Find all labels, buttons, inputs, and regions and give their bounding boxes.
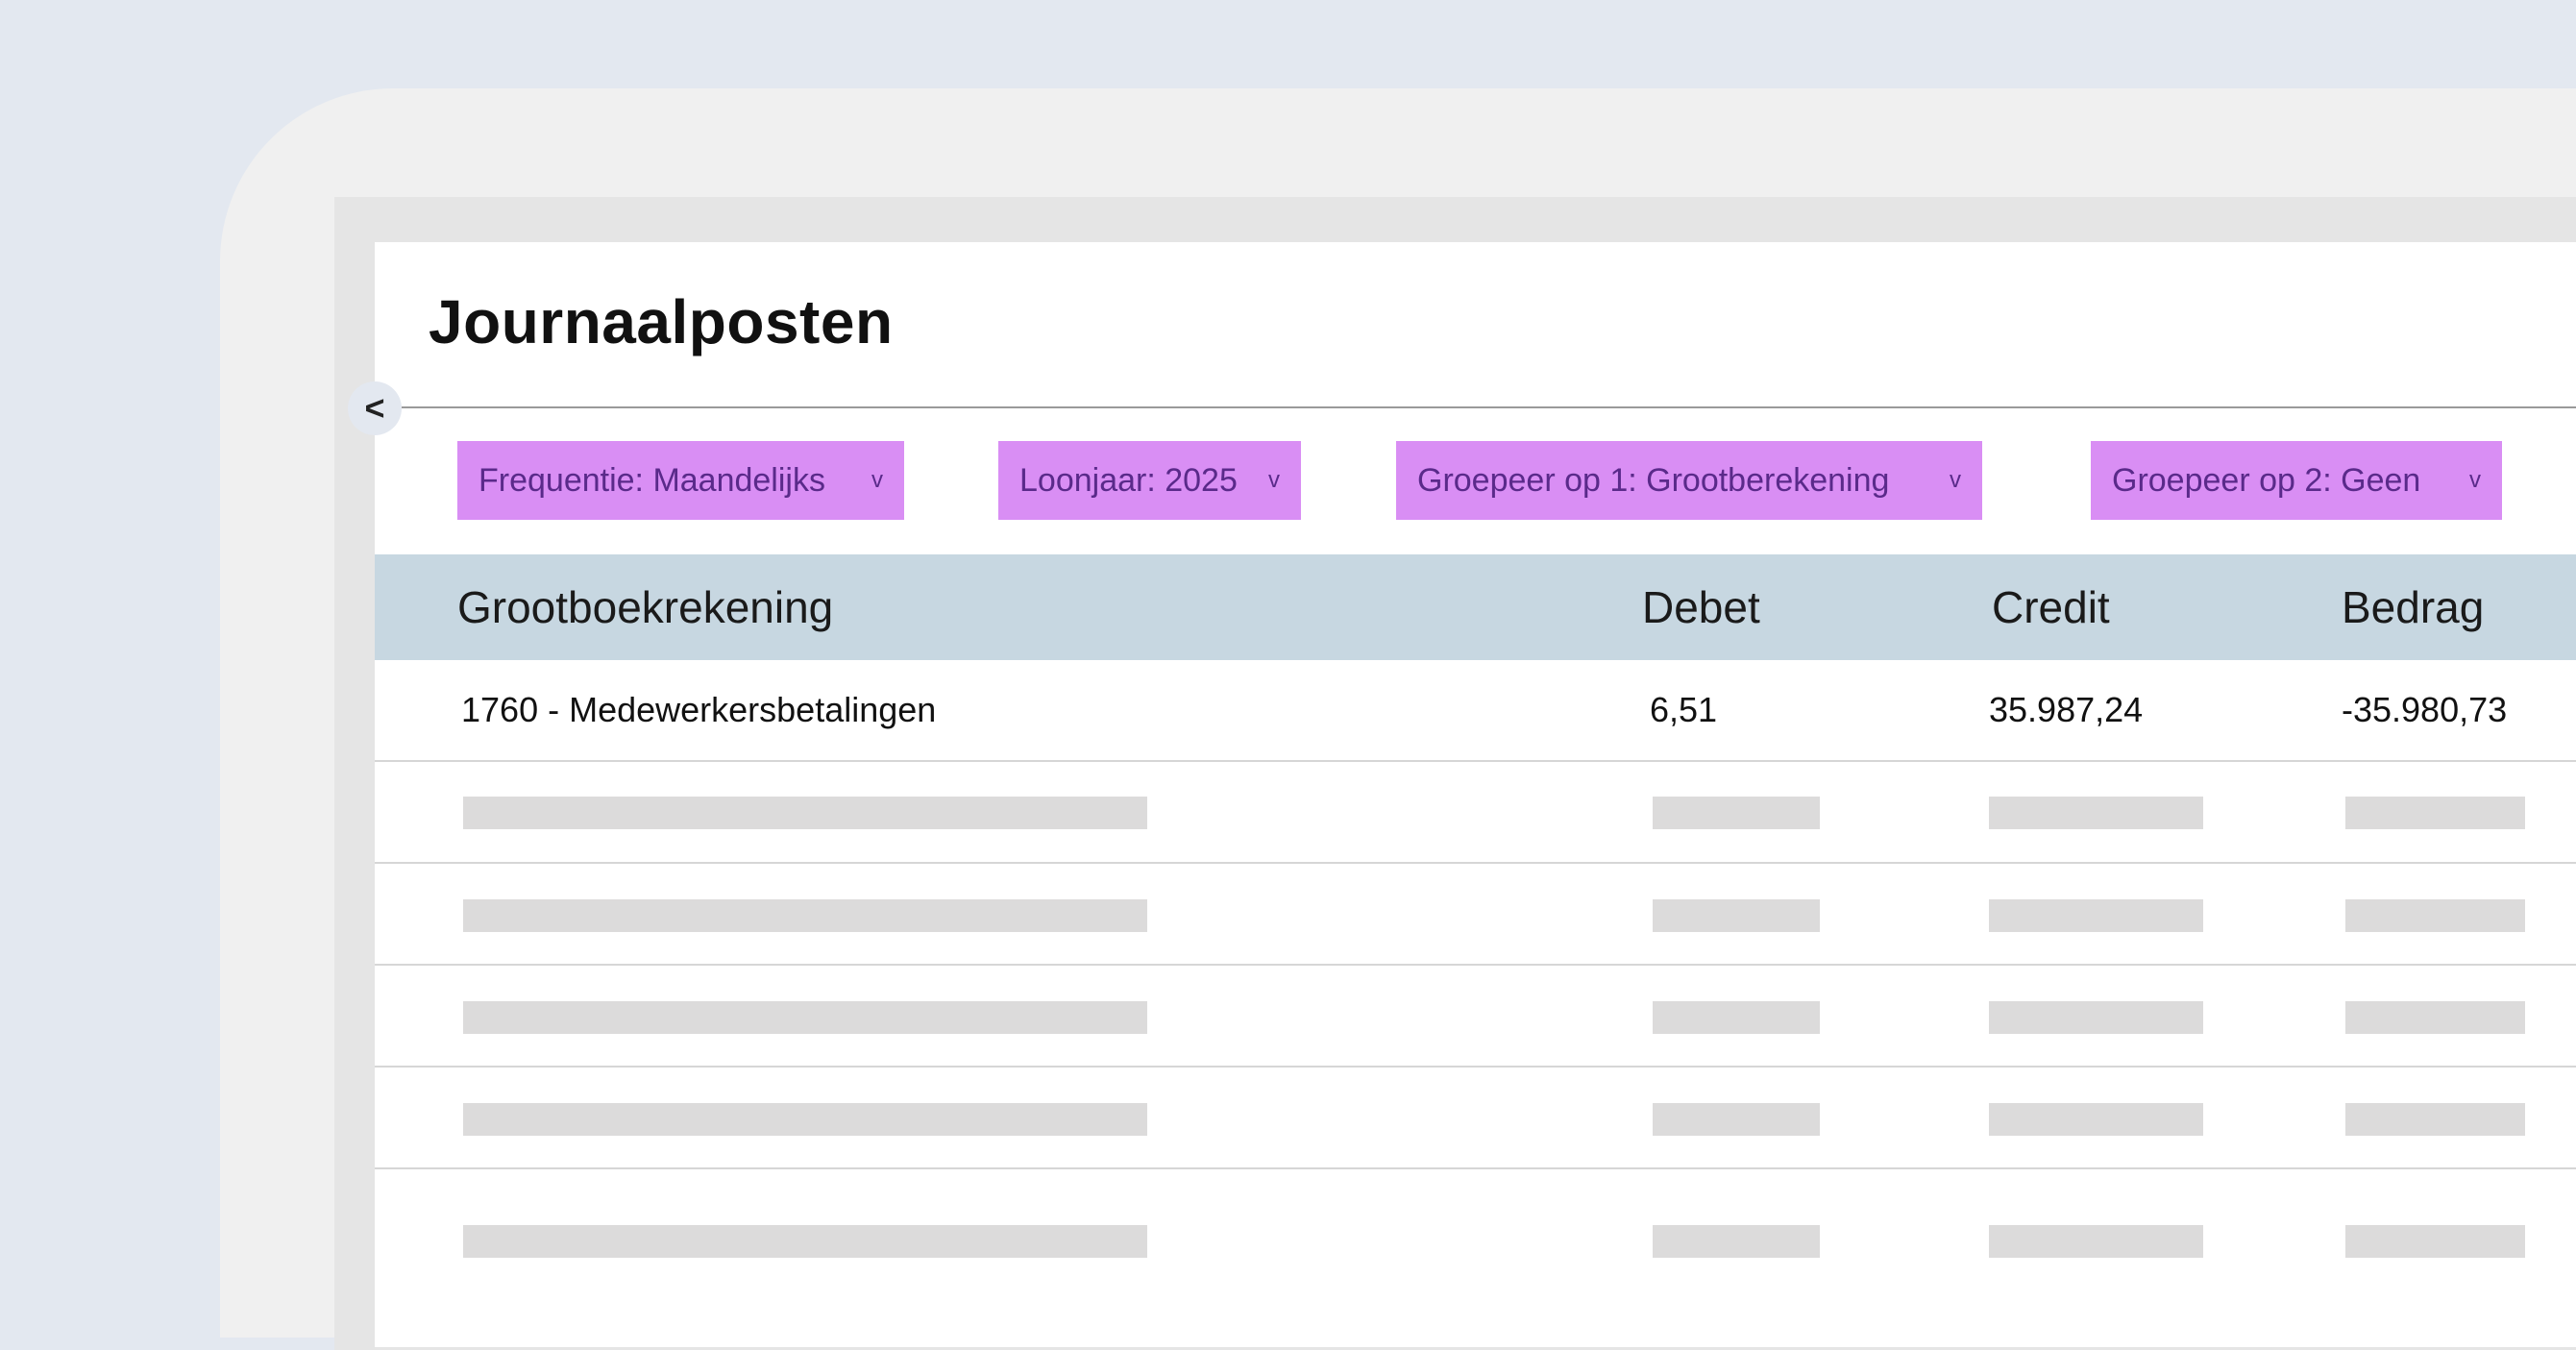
table-row-placeholder bbox=[375, 966, 2576, 1068]
filter-frequency-label: Frequentie: Maandelijks bbox=[478, 461, 825, 499]
skeleton-cell bbox=[2345, 1103, 2525, 1136]
table-row-placeholder bbox=[375, 1068, 2576, 1169]
app-screen: Journaalposten Frequentie: Maandelijks v… bbox=[375, 242, 2576, 1347]
skeleton-cell bbox=[2345, 1225, 2525, 1258]
filter-group-by-1-dropdown[interactable]: Groepeer op 1: Grootberekening v bbox=[1396, 441, 1982, 520]
skeleton-cell bbox=[1989, 1225, 2203, 1258]
skeleton-cell bbox=[1653, 1103, 1820, 1136]
filter-group-by-2-label: Groepeer op 2: Geen bbox=[2112, 461, 2421, 499]
table-row-placeholder bbox=[375, 762, 2576, 864]
skeleton-cell bbox=[463, 899, 1147, 932]
skeleton-cell bbox=[463, 797, 1147, 829]
table-row-placeholder bbox=[375, 1169, 2576, 1342]
cell-debet: 6,51 bbox=[1650, 690, 1718, 729]
cell-credit: 35.987,24 bbox=[1989, 690, 2144, 729]
cell-bedrag: -35.980,73 bbox=[2342, 690, 2508, 729]
title-divider bbox=[402, 406, 2576, 408]
skeleton-cell bbox=[2345, 899, 2525, 932]
table-header: Grootboekrekening Debet Credit Bedrag bbox=[375, 554, 2576, 660]
column-header-bedrag[interactable]: Bedrag bbox=[2342, 554, 2484, 660]
page-title: Journaalposten bbox=[429, 287, 894, 356]
skeleton-cell bbox=[463, 1001, 1147, 1034]
chevron-down-icon: v bbox=[1268, 467, 1280, 493]
skeleton-cell bbox=[1653, 899, 1820, 932]
skeleton-cell bbox=[1989, 1001, 2203, 1034]
chevron-left-icon: < bbox=[364, 388, 385, 428]
filter-payroll-year-label: Loonjaar: 2025 bbox=[1019, 461, 1238, 499]
column-header-credit[interactable]: Credit bbox=[1992, 554, 2110, 660]
skeleton-cell bbox=[1989, 1103, 2203, 1136]
cell-account: 1760 - Medewerkersbetalingen bbox=[461, 690, 937, 729]
skeleton-cell bbox=[1989, 797, 2203, 829]
filter-group-by-2-dropdown[interactable]: Groepeer op 2: Geen v bbox=[2091, 441, 2502, 520]
filter-payroll-year-dropdown[interactable]: Loonjaar: 2025 v bbox=[998, 441, 1301, 520]
skeleton-cell bbox=[1653, 1001, 1820, 1034]
column-header-account[interactable]: Grootboekrekening bbox=[457, 554, 833, 660]
chevron-down-icon: v bbox=[1950, 467, 1961, 493]
filter-frequency-dropdown[interactable]: Frequentie: Maandelijks v bbox=[457, 441, 904, 520]
skeleton-cell bbox=[1653, 1225, 1820, 1258]
skeleton-cell bbox=[2345, 797, 2525, 829]
collapse-sidebar-button[interactable]: < bbox=[348, 381, 402, 435]
chevron-down-icon: v bbox=[871, 467, 883, 493]
table-row[interactable]: 1760 - Medewerkersbetalingen 6,51 35.987… bbox=[375, 660, 2576, 762]
table-row-placeholder bbox=[375, 864, 2576, 966]
skeleton-cell bbox=[463, 1103, 1147, 1136]
chevron-down-icon: v bbox=[2469, 467, 2481, 493]
skeleton-cell bbox=[1989, 899, 2203, 932]
column-header-debet[interactable]: Debet bbox=[1642, 554, 1760, 660]
skeleton-cell bbox=[2345, 1001, 2525, 1034]
filter-group-by-1-label: Groepeer op 1: Grootberekening bbox=[1417, 461, 1890, 499]
skeleton-cell bbox=[463, 1225, 1147, 1258]
skeleton-cell bbox=[1653, 797, 1820, 829]
